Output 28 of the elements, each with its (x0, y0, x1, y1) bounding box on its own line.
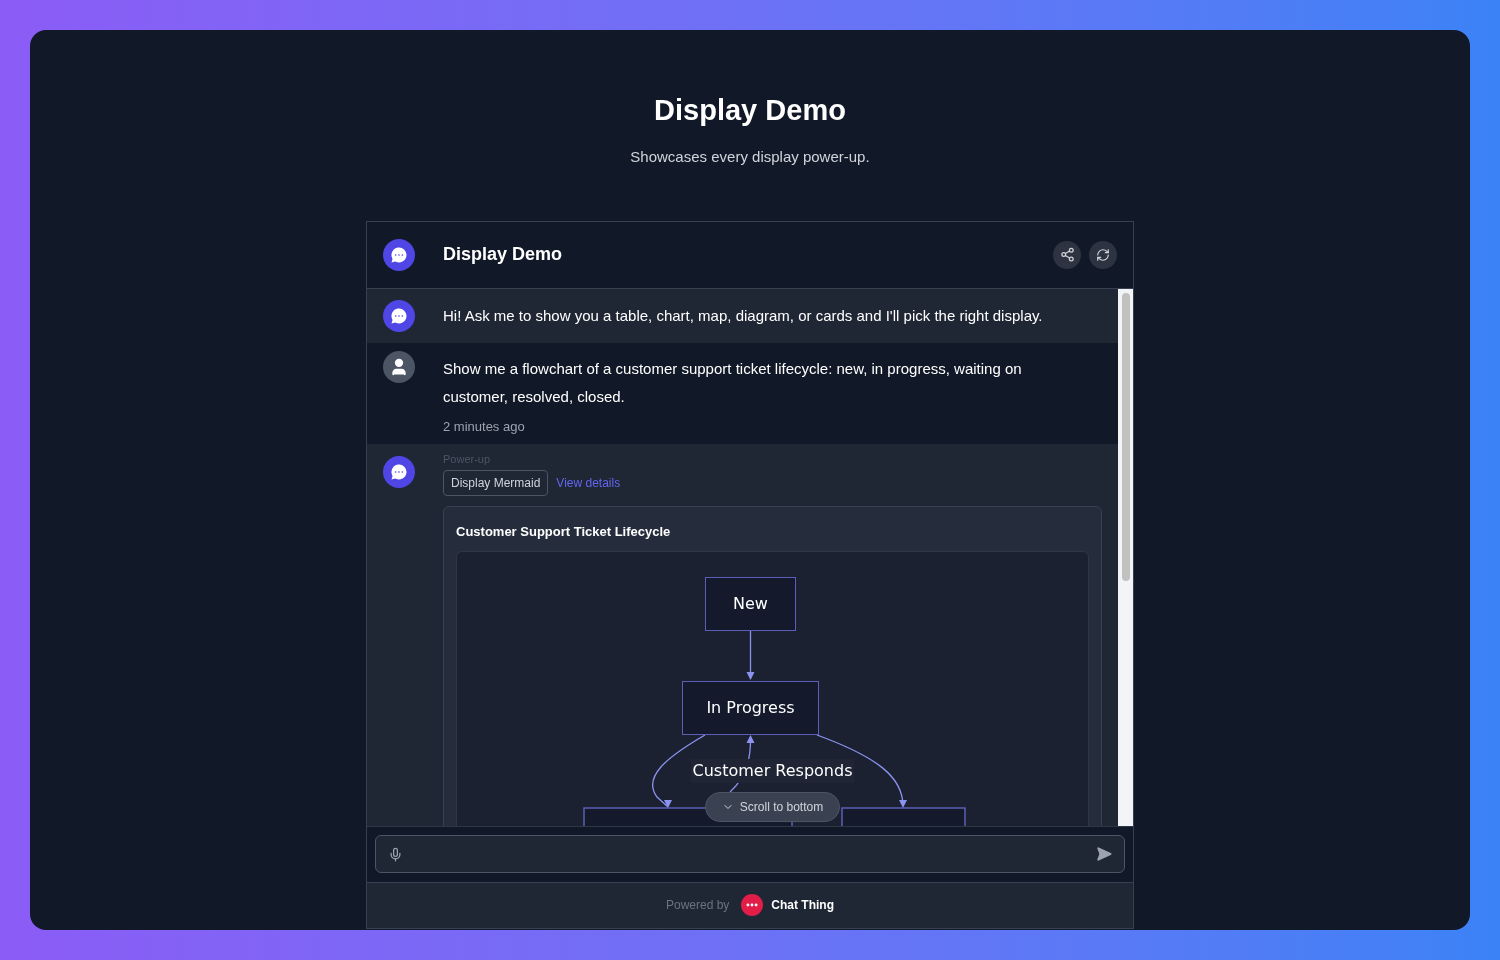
powerup-tag: Display Mermaid (443, 470, 549, 496)
message-timestamp: 2 minutes ago (443, 417, 526, 436)
bot-avatar-icon (383, 456, 415, 488)
bot-avatar-icon (383, 299, 415, 332)
flow-arrow (746, 630, 755, 680)
page-subtitle: Showcases every display power-up. (630, 147, 870, 167)
chat-title: Display Demo (443, 243, 564, 266)
scroll-to-bottom-button[interactable]: Scroll to bottom (704, 792, 841, 822)
bot-message: Hi! Ask me to show you a table, chart, map, diagram, or cards and I'll pick the right display. (443, 305, 1043, 326)
powered-by-text: Powered by (666, 897, 730, 914)
scrollbar[interactable] (1118, 288, 1133, 826)
share-icon (1059, 247, 1075, 262)
refresh-button[interactable] (1089, 240, 1117, 269)
page-title: Display Demo (654, 93, 846, 128)
user-avatar-icon (383, 350, 415, 383)
refresh-icon (1096, 247, 1110, 262)
brand-logo-icon (741, 894, 764, 916)
flow-node: In Progress (682, 681, 819, 735)
flow-node: New (705, 577, 796, 631)
send-icon[interactable] (1096, 846, 1112, 862)
message-input[interactable] (375, 835, 1125, 873)
microphone-icon[interactable] (388, 846, 403, 862)
brand-name[interactable]: Chat Thing (771, 896, 834, 914)
edge-label: Customer Responds (690, 759, 855, 783)
card-title: Customer Support Ticket Lifecycle (456, 524, 671, 539)
bot-avatar-icon (383, 238, 415, 271)
share-button[interactable] (1053, 240, 1081, 269)
user-message: Show me a flowchart of a customer support ticket lifecycle: new, in progress, waiting on customer, resolved, closed. (443, 358, 1023, 407)
